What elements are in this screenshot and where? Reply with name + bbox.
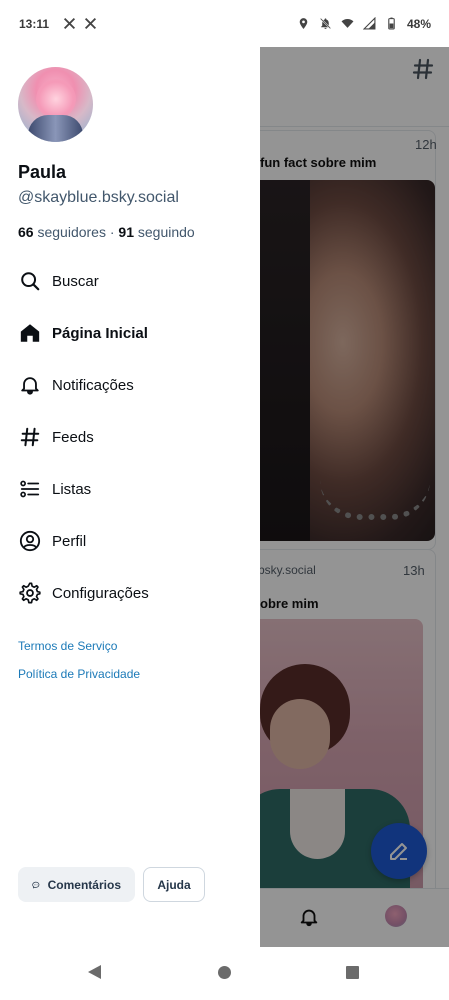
system-nav-bar (0, 947, 449, 1000)
list-icon (18, 477, 42, 501)
menu-item-search[interactable]: Buscar (0, 255, 260, 307)
location-icon (299, 18, 308, 29)
signal-icon (362, 17, 376, 30)
hash-icon (18, 425, 42, 449)
recents-icon[interactable] (346, 966, 359, 979)
menu-item-label: Configurações (52, 584, 149, 602)
stats-separator: · (109, 224, 115, 240)
avatar[interactable] (18, 67, 93, 142)
wifi-icon (341, 18, 354, 28)
legal-links: Termos de Serviço Política de Privacidad… (18, 639, 140, 695)
side-drawer: Paula @skayblue.bsky.social 66 seguidore… (0, 47, 260, 947)
menu-item-label: Perfil (52, 532, 87, 550)
following-label: seguindo (137, 224, 195, 240)
menu-item-label: Listas (52, 480, 92, 498)
bell-icon (18, 373, 42, 397)
help-button[interactable]: Ajuda (143, 867, 205, 902)
status-icons: 48% (297, 17, 431, 31)
menu-item-notifications[interactable]: Notificações (0, 359, 260, 411)
menu-item-label: Página Inicial (52, 324, 148, 342)
drawer-scrim[interactable] (260, 47, 449, 947)
status-bar: 13:11 48% (0, 0, 449, 47)
help-button-label: Ajuda (157, 877, 191, 892)
feedback-button-label: Comentários (47, 877, 121, 892)
chat-bubble-icon (32, 881, 40, 889)
drawer-footer-buttons: Comentários Ajuda (18, 867, 205, 902)
menu-item-profile[interactable]: Perfil (0, 515, 260, 567)
followers-label: seguidores (37, 224, 106, 240)
menu-item-feeds[interactable]: Feeds (0, 411, 260, 463)
menu-item-label: Buscar (52, 272, 99, 290)
profile-icon (18, 529, 42, 553)
profile-handle: @skayblue.bsky.social (18, 189, 179, 206)
menu-item-label: Notificações (52, 376, 134, 394)
followers-count: 66 (18, 224, 34, 240)
terms-of-service-link[interactable]: Termos de Serviço (18, 639, 140, 653)
x-icon (63, 17, 76, 30)
menu-item-lists[interactable]: Listas (0, 463, 260, 515)
battery-icon (388, 17, 395, 30)
drawer-menu: Buscar Página Inicial Notificações Feeds (0, 255, 260, 619)
home-circle-icon[interactable] (218, 966, 231, 979)
home-icon (18, 321, 42, 345)
gear-icon (18, 581, 42, 605)
menu-item-home[interactable]: Página Inicial (0, 307, 260, 359)
x-icon (84, 17, 97, 30)
follow-stats[interactable]: 66 seguidores · 91 seguindo (18, 224, 195, 240)
profile-display-name: Paula (18, 162, 67, 182)
mute-icon (320, 18, 331, 29)
app-screen: 13:11 48% 12h fun fact sobre mim bsky.so… (0, 0, 449, 1000)
search-icon (18, 269, 42, 293)
battery-percent: 48% (406, 16, 431, 31)
status-time: 13:11 (19, 16, 50, 31)
menu-item-settings[interactable]: Configurações (0, 567, 260, 619)
menu-item-label: Feeds (52, 428, 94, 446)
back-icon[interactable] (88, 965, 101, 979)
feedback-button[interactable]: Comentários (18, 867, 135, 902)
following-count: 91 (118, 224, 134, 240)
privacy-policy-link[interactable]: Política de Privacidade (18, 667, 140, 681)
